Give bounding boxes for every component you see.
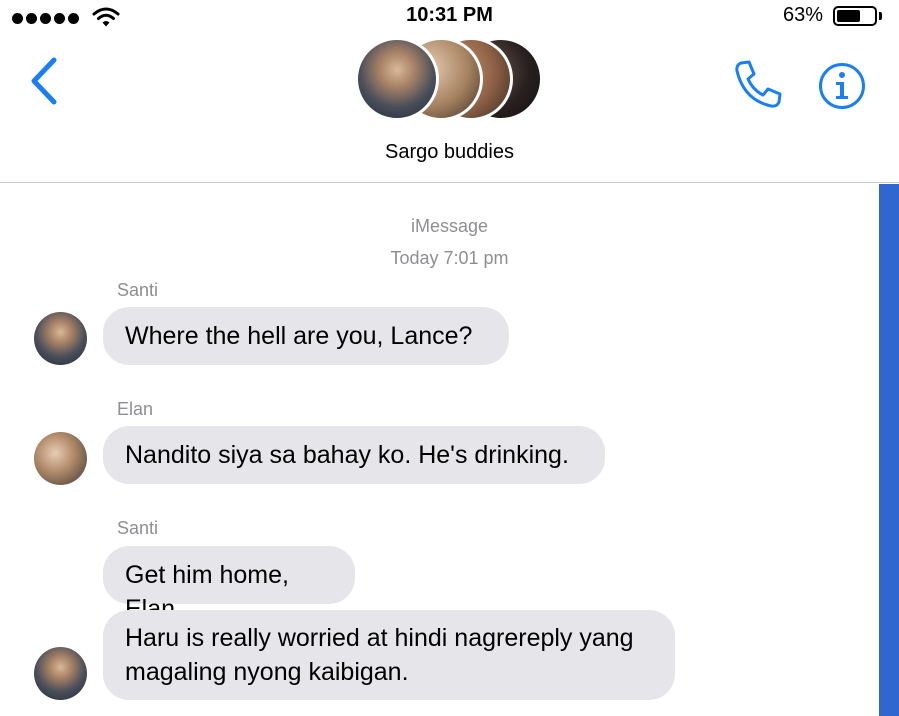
message-bubble[interactable]: Get him home, Elan. [103, 546, 355, 623]
group-avatar-stack[interactable] [355, 33, 545, 125]
conversation-header: Sargo buddies [0, 0, 899, 183]
phone-icon[interactable] [732, 58, 784, 110]
info-icon[interactable] [818, 62, 866, 110]
group-name[interactable]: Sargo buddies [0, 141, 899, 164]
message-bubble[interactable]: Nandito siya sa bahay ko. He's drinking. [103, 426, 605, 484]
avatar[interactable] [34, 647, 87, 700]
message-bubble[interactable]: Haru is really worried at hindi nagrerep… [103, 610, 675, 700]
avatar[interactable] [34, 312, 87, 365]
avatar[interactable] [34, 432, 87, 485]
message-bubble[interactable]: Where the hell are you, Lance? [103, 307, 509, 365]
group-member-avatar [355, 37, 439, 121]
chevron-left-icon[interactable] [28, 56, 60, 106]
sender-name: Elan [117, 399, 154, 419]
sender-name: Santi [117, 280, 159, 300]
conversation-timestamp: Today 7:01 pm [390, 248, 509, 268]
service-label: iMessage [410, 216, 489, 236]
sender-name: Santi [117, 518, 159, 538]
